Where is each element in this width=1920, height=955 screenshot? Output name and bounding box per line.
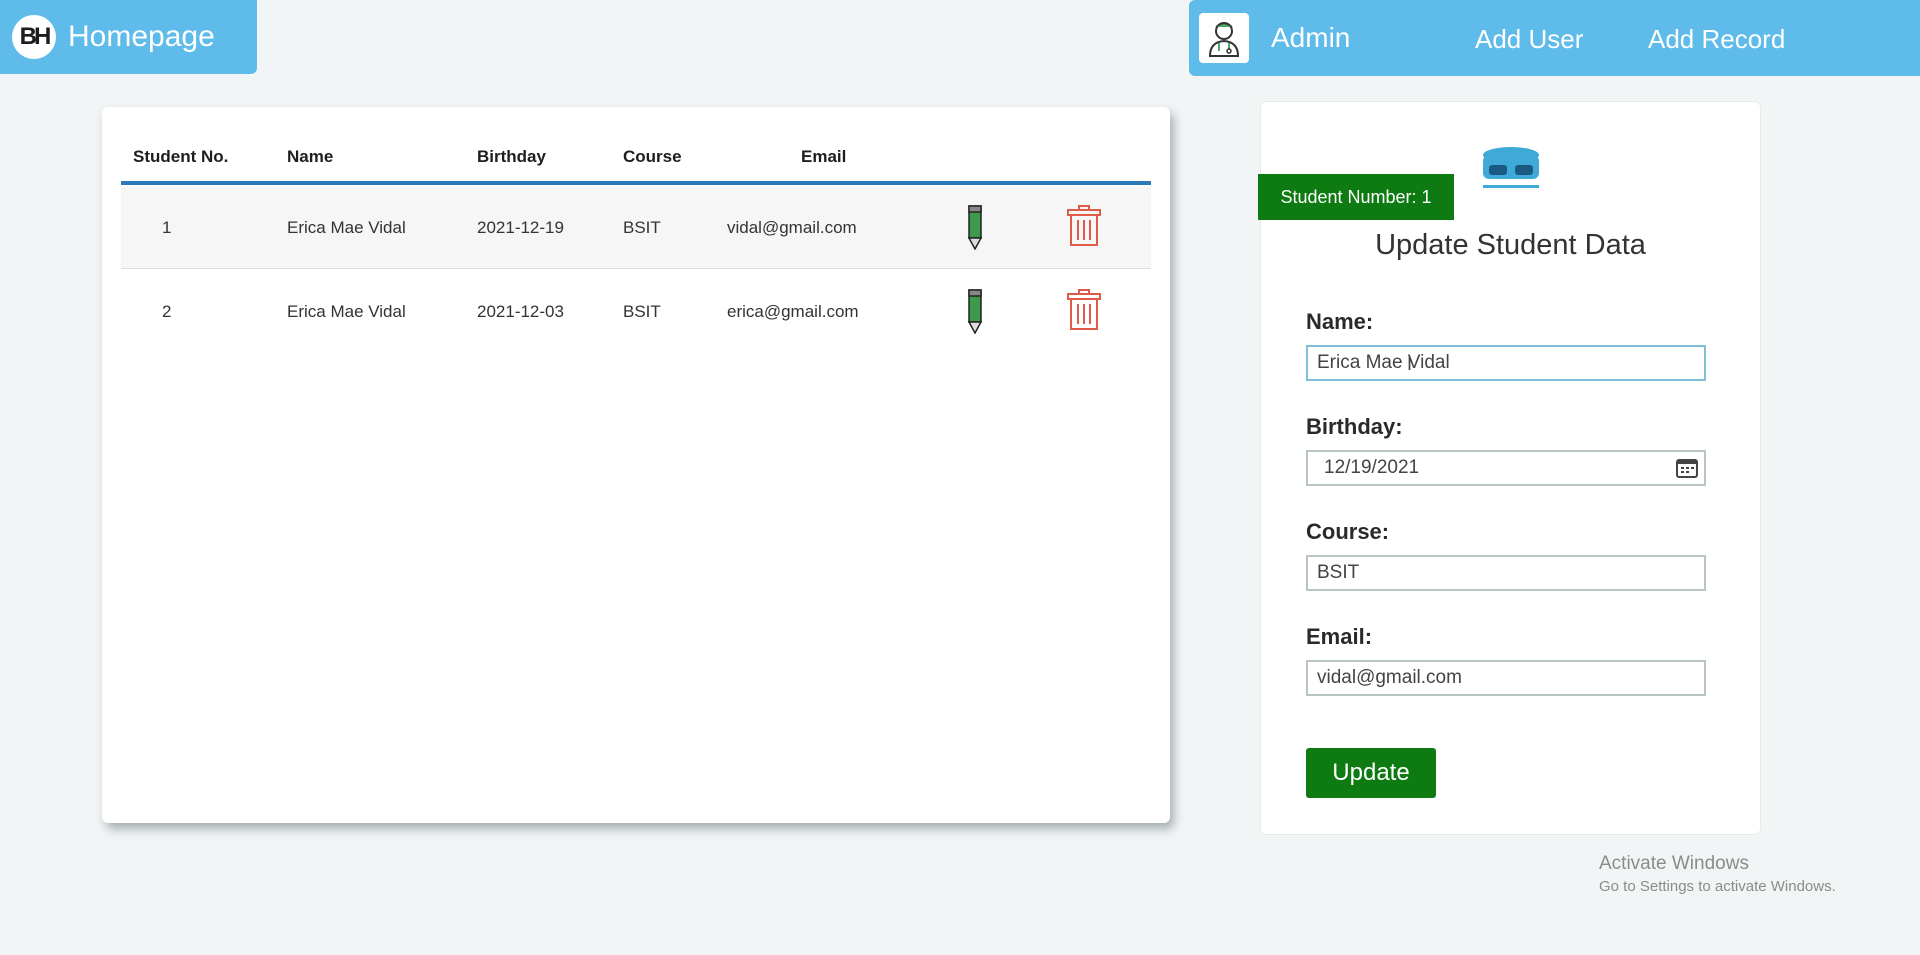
student-number-badge: Student Number: 1 — [1258, 174, 1454, 220]
cell-course: BSIT — [623, 218, 661, 237]
cell-email: erica@gmail.com — [727, 302, 859, 321]
course-input[interactable] — [1306, 555, 1706, 591]
column-header-course: Course — [623, 147, 682, 166]
column-header-student-no: Student No. — [133, 147, 229, 166]
student-table-card: Student No. Name Birthday Course Email 1… — [102, 107, 1170, 823]
trash-icon[interactable] — [1067, 205, 1101, 247]
column-header-birthday: Birthday — [477, 147, 546, 166]
cell-student-no: 1 — [162, 218, 172, 237]
cell-student-no: 2 — [162, 302, 172, 321]
add-record-link[interactable]: Add Record — [1648, 24, 1785, 55]
admin-label[interactable]: Admin — [1271, 22, 1350, 54]
update-button[interactable]: Update — [1306, 748, 1436, 798]
cell-birthday: 2021-12-03 — [477, 302, 564, 321]
table-header: Student No. Name Birthday Course Email — [121, 137, 1151, 185]
course-label: Course: — [1306, 519, 1390, 544]
admin-nav-bar: Admin Add User Add Record — [1189, 0, 1920, 76]
birthday-input[interactable] — [1306, 450, 1706, 486]
cell-name: Erica Mae Vidal — [287, 218, 406, 237]
homepage-title[interactable]: Homepage — [68, 20, 215, 54]
trash-icon[interactable] — [1067, 289, 1101, 331]
cell-email: vidal@gmail.com — [727, 218, 857, 237]
form-title: Update Student Data — [1375, 229, 1646, 261]
activate-windows-title: Activate Windows — [1599, 853, 1749, 874]
activate-windows-subtitle: Go to Settings to activate Windows. — [1599, 878, 1836, 895]
text-cursor-icon: I — [1407, 354, 1413, 374]
name-label: Name: — [1306, 309, 1374, 334]
birthday-label: Birthday: — [1306, 414, 1403, 439]
name-input[interactable] — [1306, 345, 1706, 381]
admin-avatar-icon[interactable] — [1199, 13, 1249, 63]
blue-hats-logo-icon — [1483, 147, 1539, 188]
email-input[interactable] — [1306, 660, 1706, 696]
cell-name: Erica Mae Vidal — [287, 302, 406, 321]
add-user-link[interactable]: Add User — [1475, 24, 1583, 55]
column-header-email: Email — [801, 147, 847, 166]
homepage-header: BH Homepage — [0, 0, 257, 74]
email-label: Email: — [1306, 624, 1373, 649]
table-row: 2 Erica Mae Vidal 2021-12-03 BSIT erica@… — [121, 271, 1151, 353]
cell-course: BSIT — [623, 302, 661, 321]
cell-birthday: 2021-12-19 — [477, 218, 564, 237]
bh-logo[interactable]: BH — [12, 15, 56, 59]
birthday-date-field[interactable] — [1306, 450, 1706, 486]
pencil-icon[interactable] — [967, 288, 983, 334]
calendar-icon[interactable] — [1676, 458, 1698, 478]
table-row: 1 Erica Mae Vidal 2021-12-19 BSIT vidal@… — [121, 187, 1151, 269]
column-header-name: Name — [287, 147, 334, 166]
pencil-icon[interactable] — [967, 204, 983, 250]
